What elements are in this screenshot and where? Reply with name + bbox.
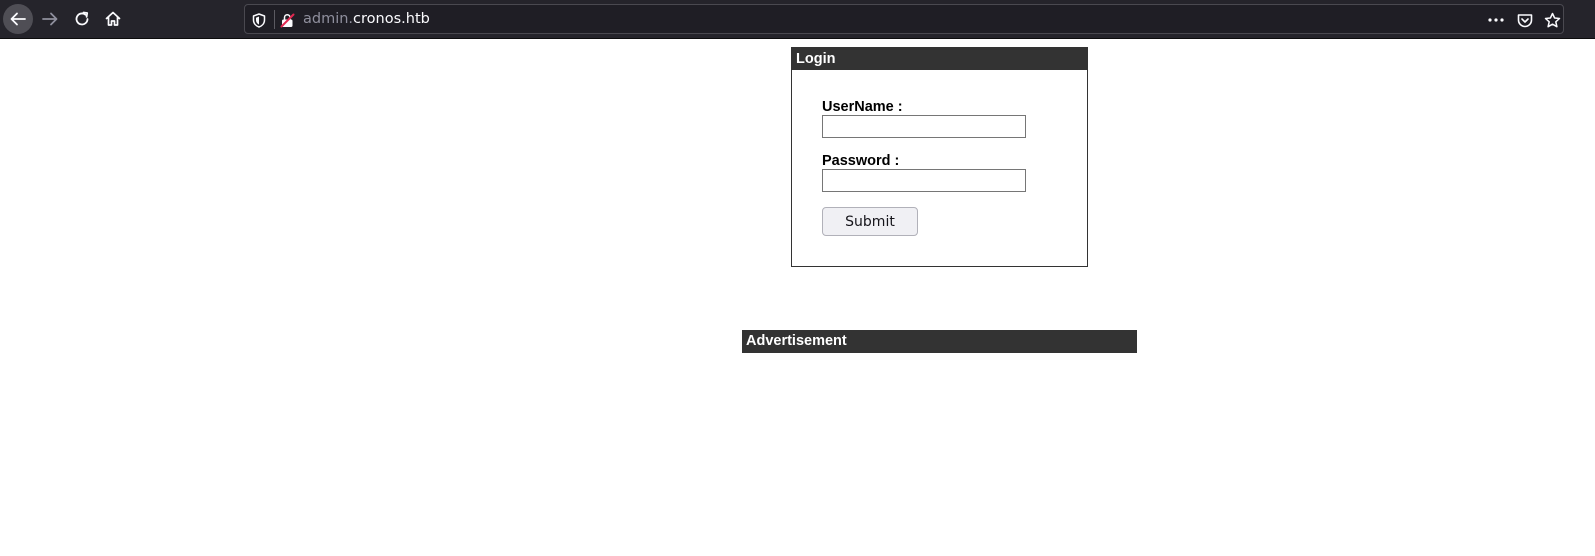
submit-button[interactable]: Submit [822,207,918,236]
shield-icon[interactable] [251,12,267,28]
username-label: UserName : [822,99,903,115]
url-domain: cronos.htb [353,11,430,27]
forward-button[interactable] [35,4,65,34]
url-text[interactable]: admin.cronos.htb [303,11,430,27]
url-subdomain: admin. [303,11,354,27]
login-box: Login UserName : Password : Submit [791,47,1088,267]
advertisement-header: Advertisement [742,330,1137,353]
username-input[interactable] [822,115,1026,138]
address-bar[interactable]: admin.cronos.htb [244,4,1564,34]
browser-toolbar: admin.cronos.htb [0,0,1595,39]
reload-icon [75,11,89,26]
arrow-right-icon [42,12,58,26]
home-icon [105,11,121,26]
reload-button[interactable] [67,4,97,34]
back-button[interactable] [3,4,33,34]
insecure-lock-icon[interactable] [279,12,295,28]
arrow-left-icon [10,12,26,26]
more-dots-icon[interactable] [1487,12,1505,28]
password-label: Password : [822,153,900,169]
password-input[interactable] [822,169,1026,192]
home-button[interactable] [98,4,128,34]
url-divider [274,10,275,29]
pocket-icon[interactable] [1516,12,1534,28]
login-title: Login [792,48,1087,70]
star-icon[interactable] [1543,11,1561,29]
